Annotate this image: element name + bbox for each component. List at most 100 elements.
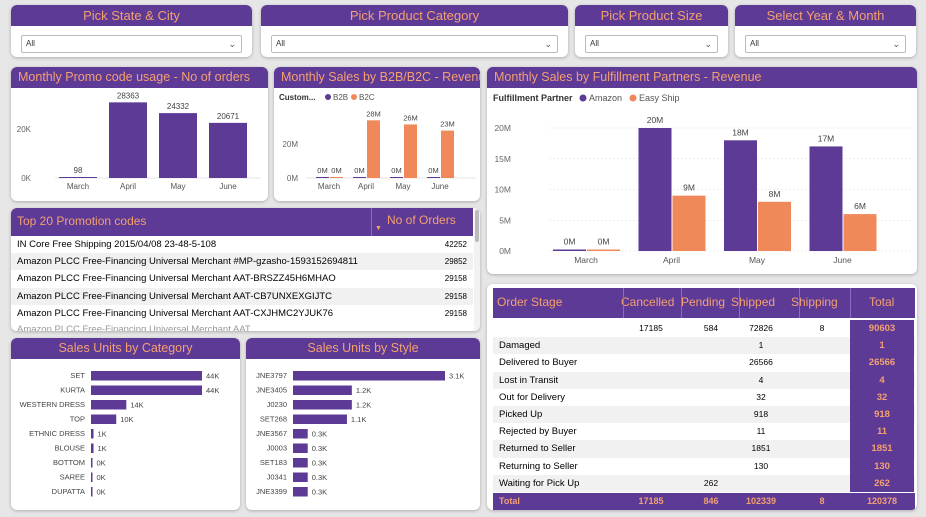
data-label: 26M bbox=[403, 113, 418, 122]
table-row[interactable]: Waiting for Pick Up 262 262 bbox=[493, 474, 915, 492]
slicer-title: Pick State & City bbox=[11, 5, 252, 26]
chart-title: Sales Units by Style bbox=[246, 338, 480, 359]
fulfillment-chart: Fulfillment Partner Amazon Easy Ship 0M 5… bbox=[493, 93, 912, 265]
column-header-orders[interactable]: No of Orders bbox=[387, 213, 456, 227]
shipped-cell: 72826 bbox=[749, 323, 773, 333]
state-city-dropdown[interactable]: All ⌄ bbox=[21, 35, 242, 53]
table-row[interactable]: IN Core Free Shipping 2015/04/08 23-48-5… bbox=[11, 236, 473, 253]
table-row[interactable]: Returned to Seller 1851 1851 bbox=[493, 440, 915, 458]
table-row[interactable]: Rejected by Buyer 11 11 bbox=[493, 423, 915, 441]
promo-code-cell: IN Core Free Shipping 2015/04/08 23-48-5… bbox=[17, 239, 217, 250]
bar bbox=[91, 371, 202, 381]
bar-b2b bbox=[427, 177, 440, 178]
data-label: 0.3K bbox=[312, 430, 327, 439]
total-total-cell: 120378 bbox=[866, 496, 898, 506]
column-header-shipped[interactable]: Shipped bbox=[731, 295, 775, 309]
total-stage-cell: Total bbox=[499, 496, 520, 506]
data-label: 24332 bbox=[167, 102, 190, 111]
data-label: 0M bbox=[354, 166, 364, 175]
category-label: SET268 bbox=[260, 415, 287, 424]
category-label: DUPATTA bbox=[52, 487, 85, 496]
table-row[interactable]: Out for Delivery 32 32 bbox=[493, 388, 915, 406]
bar bbox=[293, 443, 308, 453]
table-row[interactable]: 17185 584 72826 8 90603 bbox=[493, 320, 915, 338]
promo-code-cell: Amazon PLCC Free-Financing Universal Mer… bbox=[17, 273, 336, 285]
table-row[interactable]: Picked Up 918 918 bbox=[493, 406, 915, 424]
table-row[interactable]: Returning to Seller 130 130 bbox=[493, 457, 915, 475]
order-stage-cell: Waiting for Pick Up bbox=[499, 477, 580, 489]
y-tick-label: 0M bbox=[499, 246, 511, 256]
total-cancelled-cell: 17185 bbox=[638, 496, 664, 506]
bar bbox=[91, 429, 94, 439]
table-row[interactable]: Amazon PLCC Free-Financing Universal Mer… bbox=[11, 270, 473, 287]
bar bbox=[293, 385, 352, 395]
sort-desc-icon[interactable]: ▼ bbox=[375, 225, 382, 232]
x-tick-label: March bbox=[318, 182, 340, 191]
y-tick-label: 5M bbox=[499, 215, 511, 225]
bar-b2c bbox=[367, 120, 380, 178]
column-header-cancelled[interactable]: Cancelled bbox=[621, 295, 674, 309]
data-label: 0K bbox=[97, 473, 106, 482]
x-tick-label: May bbox=[170, 182, 185, 191]
bar bbox=[91, 400, 127, 410]
chart-title: Monthly Sales by Fulfillment Partners - … bbox=[487, 67, 917, 88]
bar bbox=[91, 458, 93, 468]
chart-title: Monthly Promo code usage - No of orders bbox=[11, 67, 268, 88]
data-label: 10K bbox=[120, 415, 133, 424]
shipped-cell: 4 bbox=[758, 374, 764, 385]
scrollbar-thumb[interactable] bbox=[475, 210, 479, 242]
category-label: KURTA bbox=[60, 386, 85, 395]
total-row: Total 17185 846 102339 8 120378 bbox=[493, 493, 915, 510]
legend-marker-amazon bbox=[579, 94, 587, 102]
table-row[interactable]: Amazon PLCC Free-Financing Universal Mer… bbox=[11, 305, 473, 322]
data-label: 98 bbox=[74, 166, 83, 175]
total-shipped-cell: 102339 bbox=[745, 496, 777, 506]
bar-easy-ship bbox=[672, 195, 706, 251]
category-label: BLOUSE bbox=[55, 444, 85, 453]
legend-marker-b2b bbox=[325, 94, 331, 100]
data-label: 6M bbox=[854, 201, 866, 211]
order-stage-cell: Picked Up bbox=[499, 409, 543, 420]
column-header-total[interactable]: Total bbox=[869, 295, 894, 309]
shipped-cell: 1 bbox=[758, 340, 764, 351]
legend-label-easy-ship: Easy Ship bbox=[639, 93, 680, 103]
data-label: 20671 bbox=[217, 112, 240, 121]
category-label: ETHNIC DRESS bbox=[29, 429, 85, 438]
table-row[interactable]: Lost in Transit 4 4 bbox=[493, 371, 915, 389]
chevron-down-icon: ⌄ bbox=[228, 39, 236, 49]
column-header-shipping[interactable]: Shipping bbox=[791, 295, 838, 309]
x-tick-label: June bbox=[431, 182, 449, 191]
data-label: 1.2K bbox=[356, 401, 371, 410]
x-tick-label: April bbox=[358, 182, 374, 191]
x-tick-label: April bbox=[663, 255, 680, 265]
data-label: 0M bbox=[331, 166, 341, 175]
column-header-pending[interactable]: Pending bbox=[681, 295, 725, 309]
slicer-year-month: Select Year & Month All ⌄ bbox=[735, 5, 916, 57]
data-label: 44K bbox=[206, 386, 219, 395]
column-header-stage[interactable]: Order Stage bbox=[497, 295, 562, 309]
data-label: 14K bbox=[130, 401, 143, 410]
bar-b2b bbox=[390, 177, 403, 178]
table-row[interactable]: Damaged 1 1 bbox=[493, 337, 915, 355]
column-divider bbox=[850, 288, 851, 318]
data-label: 0.3K bbox=[312, 444, 327, 453]
category-label: WESTERN DRESS bbox=[20, 400, 85, 409]
scrollbar[interactable] bbox=[474, 208, 480, 331]
order-table-header: Order Stage Cancelled Pending Shipped Shippi… bbox=[493, 288, 915, 318]
data-label: 0K bbox=[97, 459, 106, 468]
orders-cell: 29158 bbox=[444, 274, 467, 284]
total-cell: 26566 bbox=[850, 354, 914, 372]
table-row[interactable]: Delivered to Buyer 26566 26566 bbox=[493, 354, 915, 372]
product-size-dropdown[interactable]: All ⌄ bbox=[585, 35, 718, 53]
y-tick-label: 20M bbox=[282, 140, 298, 149]
column-header-promo-codes[interactable]: Top 20 Promotion codes bbox=[17, 214, 146, 228]
data-label: 1.2K bbox=[356, 386, 371, 395]
year-month-dropdown[interactable]: All ⌄ bbox=[745, 35, 906, 53]
y-tick-label: 15M bbox=[494, 154, 511, 164]
product-category-dropdown[interactable]: All ⌄ bbox=[271, 35, 558, 53]
y-tick-label: 10M bbox=[494, 185, 511, 195]
dropdown-value: All bbox=[590, 39, 599, 48]
legend-marker-b2c bbox=[351, 94, 357, 100]
table-row[interactable]: Amazon PLCC Free-Financing Universal Mer… bbox=[11, 287, 473, 305]
table-row[interactable]: Amazon PLCC Free-Financing Universal Mer… bbox=[11, 253, 473, 271]
